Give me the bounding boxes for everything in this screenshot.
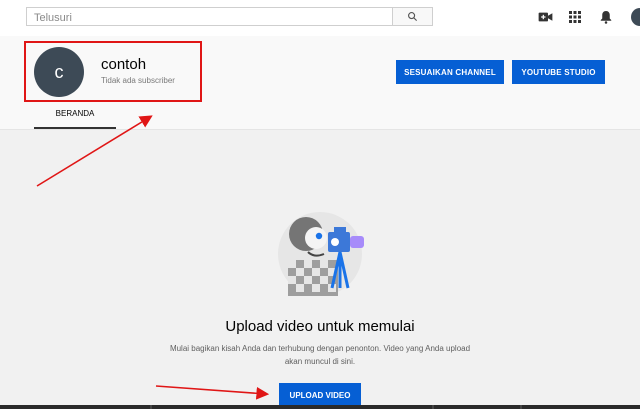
account-avatar[interactable] (631, 8, 640, 26)
annotation-highlight-box (24, 41, 202, 102)
annotation-arrow-upload (155, 385, 270, 400)
strip-mark (150, 405, 152, 409)
empty-state-title: Upload video untuk memulai (225, 318, 415, 335)
search-input[interactable] (27, 9, 392, 27)
apps-button[interactable] (567, 9, 583, 25)
notifications-button[interactable] (598, 9, 614, 25)
top-bar (0, 0, 640, 36)
upload-illustration (278, 212, 364, 296)
bottom-taskbar-strip (0, 405, 640, 409)
content-divider (0, 129, 640, 130)
strip-mark (432, 405, 434, 409)
empty-state-description: Mulai bagikan kisah Anda dan terhubung d… (169, 344, 471, 366)
search-box[interactable] (26, 7, 393, 27)
customize-channel-button[interactable]: SESUAIKAN CHANNEL (396, 60, 504, 84)
upload-video-button[interactable]: UPLOAD VIDEO (279, 383, 361, 407)
strip-mark (520, 405, 522, 409)
search-icon (408, 12, 418, 22)
tab-home[interactable]: BERANDA (34, 109, 116, 129)
search-button[interactable] (393, 7, 433, 26)
apps-grid-icon (569, 11, 581, 23)
bell-icon (600, 11, 612, 24)
youtube-studio-button[interactable]: YOUTUBE STUDIO (512, 60, 605, 84)
create-video-button[interactable] (537, 9, 553, 25)
video-camera-plus-icon (538, 12, 552, 22)
